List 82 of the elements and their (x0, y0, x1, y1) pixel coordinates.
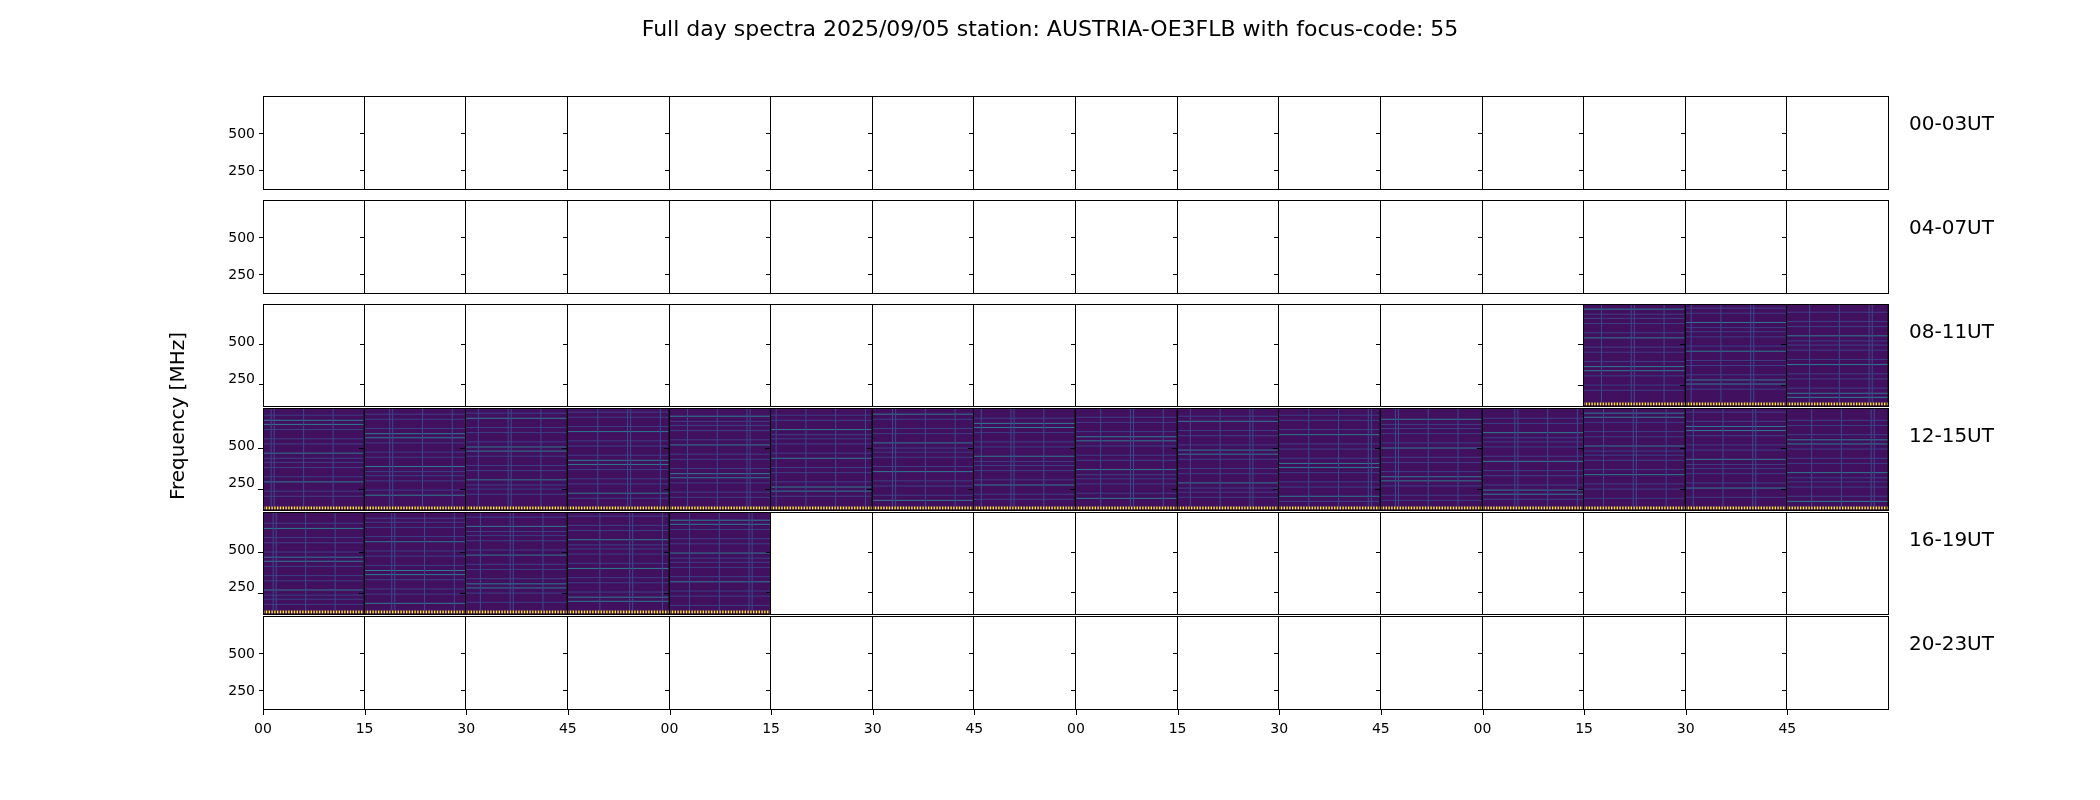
axis-tick (358, 593, 364, 595)
axis-tick (765, 489, 771, 491)
axis-tick (561, 448, 567, 449)
axis-tick (460, 593, 466, 595)
time-range-label: 08-11UT (1909, 319, 1994, 343)
axis-tick (663, 593, 669, 595)
y-tick-label: 250 (228, 475, 255, 490)
figure-title: Full day spectra 2025/09/05 station: AUSTRIA-OE3FLB with focus-code: 55 (641, 15, 1459, 43)
axis-tick (1679, 344, 1685, 345)
y-tick-label: 500 (228, 645, 255, 660)
axis-tick (1578, 448, 1584, 449)
x-tick-label: 30 (1270, 721, 1289, 735)
axis-tick (460, 489, 466, 491)
x-tick-label: 15 (355, 721, 374, 735)
axis-tick (1171, 489, 1177, 491)
y-tick-label: 250 (228, 371, 255, 386)
axis-tick (258, 552, 263, 553)
axis-tick (968, 448, 974, 449)
y-tick-label: 250 (228, 267, 255, 282)
axis-tick (1578, 489, 1584, 491)
axis-tick (1781, 385, 1787, 387)
y-tick-label: 250 (228, 163, 255, 178)
axis-tick (866, 489, 872, 491)
y-tick-label: 500 (228, 437, 255, 452)
y-tick-label: 250 (228, 683, 255, 698)
axis-tick (1781, 448, 1787, 449)
x-tick-label: 30 (863, 721, 882, 735)
axis-tick (561, 593, 567, 595)
x-tick-label: 00 (660, 721, 679, 735)
axis-tick (561, 552, 567, 553)
time-range-label: 12-15UT (1909, 423, 1994, 447)
y-tick-label: 500 (228, 125, 255, 140)
x-tick-label: 30 (457, 721, 476, 735)
axis-tick (968, 489, 974, 491)
y-tick-label: 500 (228, 229, 255, 244)
x-tick-label: 15 (1168, 721, 1187, 735)
y-tick-label: 500 (228, 333, 255, 348)
axis-tick (258, 489, 263, 491)
x-tick-label: 15 (1575, 721, 1594, 735)
axis-tick (1781, 489, 1787, 491)
axis-tick (1273, 489, 1279, 491)
y-axis-label: Frequency [MHz] (164, 331, 190, 501)
axis-tick (561, 489, 567, 491)
axis-tick (765, 448, 771, 449)
time-range-label: 20-23UT (1909, 631, 1994, 655)
axis-tick (1374, 448, 1380, 449)
axis-tick (1679, 448, 1685, 449)
time-range-label: 16-19UT (1909, 527, 1994, 551)
axis-tick (1679, 489, 1685, 491)
y-tick-label: 250 (228, 579, 255, 594)
x-tick-label: 00 (1067, 721, 1085, 735)
axis-tick (1374, 489, 1380, 491)
axis-tick (663, 552, 669, 553)
axis-tick (1070, 489, 1075, 491)
axis-tick (460, 552, 466, 553)
axis-tick (358, 489, 364, 491)
x-tick-label: 45 (965, 721, 984, 735)
x-tick-label: 45 (558, 721, 577, 735)
axis-tick (1679, 385, 1685, 387)
axis-tick (258, 593, 263, 595)
axis-tick (258, 448, 263, 449)
axis-tick (358, 552, 364, 553)
x-tick-label: 30 (1676, 721, 1695, 735)
x-tick-label: 00 (1473, 721, 1492, 735)
time-range-label: 04-07UT (1909, 215, 1994, 239)
axis-tick (663, 448, 669, 449)
axis-tick (1476, 489, 1482, 491)
axis-tick (1476, 448, 1482, 449)
x-tick-label: 00 (254, 721, 272, 735)
x-tick-label: 15 (762, 721, 781, 735)
axis-tick (460, 448, 466, 449)
x-tick-label: 45 (1371, 721, 1390, 735)
x-tick-label: 45 (1778, 721, 1797, 735)
time-range-label: 00-03UT (1909, 111, 1994, 135)
axis-tick (663, 489, 669, 491)
axis-tick (866, 448, 872, 449)
axis-tick (1781, 344, 1787, 345)
y-tick-label: 500 (228, 541, 255, 556)
axis-tick (1070, 448, 1075, 449)
axis-tick (1273, 448, 1279, 449)
axis-tick (1171, 448, 1177, 449)
axis-tick (358, 448, 364, 449)
